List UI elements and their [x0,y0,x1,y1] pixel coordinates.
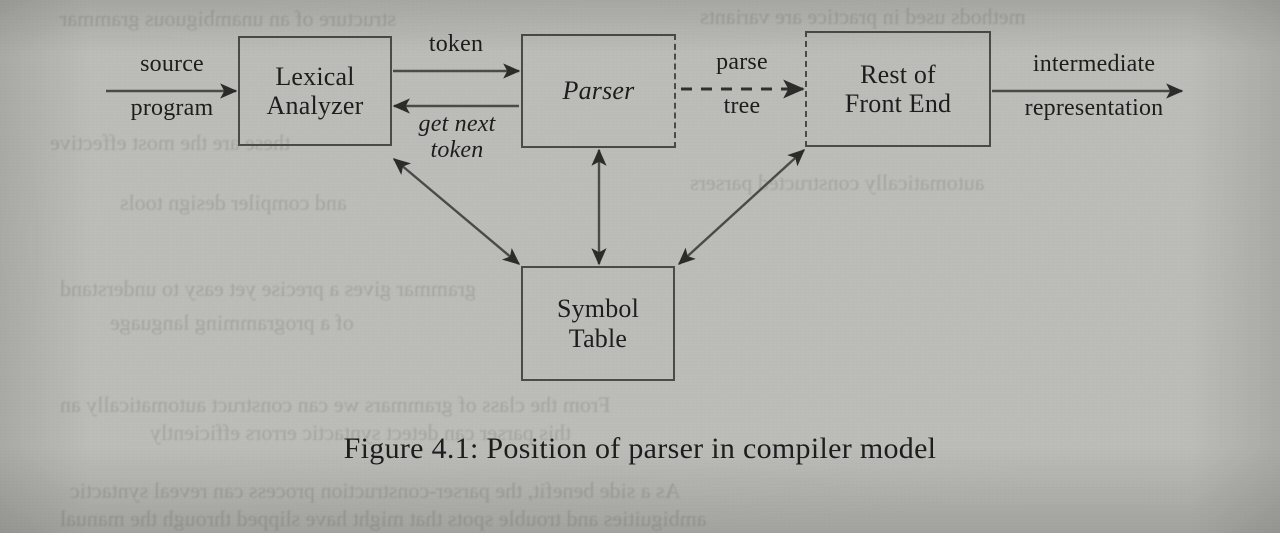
parser-label: Parser [562,76,635,106]
source-program-line1: source [140,51,204,77]
lexical-analyzer-label-line2: Analyzer [266,91,364,120]
edge-label-source-program-2: program [108,95,236,122]
edge-label-intermediate-representation: intermediate [996,51,1192,78]
edge-label-get-next-token: get next token [396,111,518,164]
get-next-token-line2: token [430,136,484,163]
edge-label-parse-tree-2: tree [684,93,800,120]
intermediate-representation-line2: representation [1024,95,1164,121]
symbol-table-label-line2: Table [568,323,628,353]
figure-caption: Figure 4.1: Position of parser in compil… [343,432,937,465]
source-program-line2: program [130,95,214,121]
get-next-token-line1: get next [418,111,496,137]
node-parser: Parser [521,34,676,148]
rest-of-front-end-label-line1: Rest of [860,59,936,89]
rest-of-front-end-label-line2: Front End [844,89,952,118]
edge-label-intermediate-representation-2: representation [994,95,1194,122]
parse-tree-line1: parse [716,49,768,75]
node-lexical-analyzer: Lexical Analyzer [238,36,392,146]
token-line1: token [428,31,484,57]
page: structure of an unambiguous grammar metho… [0,0,1280,533]
symbol-table-label-line1: Symbol [556,294,640,324]
edge-lexer-symbol-table [392,158,521,265]
edge-label-parse-tree: parse [684,49,800,76]
edge-frontend-symbol-table [677,149,806,265]
node-symbol-table: Symbol Table [521,266,675,381]
parse-tree-line2: tree [723,93,761,119]
edge-label-token: token [398,31,514,58]
lexical-analyzer-label-line1: Lexical [275,61,355,91]
node-rest-of-front-end: Rest of Front End [805,31,991,147]
edge-label-source-program: source [110,51,234,78]
intermediate-representation-line1: intermediate [1032,51,1156,77]
